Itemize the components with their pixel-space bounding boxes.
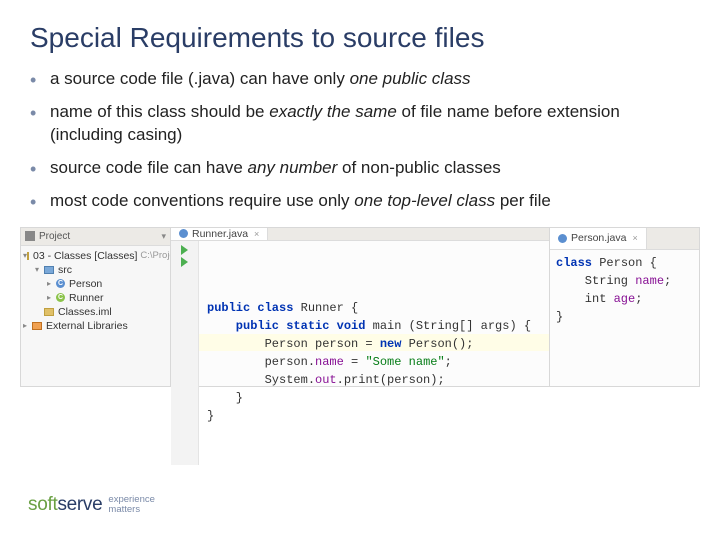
editor-tabs: Runner.java× [171, 228, 549, 241]
close-icon[interactable]: × [632, 233, 637, 243]
java-file-icon [179, 229, 188, 238]
chevron-down-icon: ▾ [161, 231, 166, 242]
library-icon [32, 322, 42, 330]
tree-src[interactable]: ▾src [23, 263, 168, 277]
project-panel: Project ▾ ▾03 - Classes [Classes] C:\Pro… [21, 228, 171, 386]
footer-logo: softserve experiencematters [28, 488, 155, 522]
file-icon [44, 308, 54, 316]
close-icon[interactable]: × [254, 229, 259, 239]
folder-icon [27, 252, 29, 260]
folder-icon [44, 266, 54, 274]
tree-root[interactable]: ▾03 - Classes [Classes] C:\Projects\ITA\… [23, 249, 168, 263]
logo-text: softserve [28, 494, 102, 516]
code-person[interactable]: class Person { String name; int age; } [550, 250, 699, 330]
gutter [171, 241, 199, 465]
project-header[interactable]: Project ▾ [21, 228, 170, 246]
bullet-list: a source code file (.java) can have only… [0, 68, 720, 213]
page-title: Special Requirements to source files [0, 0, 720, 68]
tab-runner[interactable]: Runner.java× [171, 228, 268, 240]
tree-item-person[interactable]: ▸CPerson [23, 277, 168, 291]
project-label: Project [39, 231, 70, 242]
bullet-item: most code conventions require use only o… [46, 190, 690, 213]
tree-item-runner[interactable]: ▸CRunner [23, 291, 168, 305]
editor-person: Person.java× class Person { String name;… [549, 228, 699, 386]
code-runner[interactable]: public class Runner { public static void… [199, 241, 549, 465]
tab-person[interactable]: Person.java× [550, 228, 647, 249]
bullet-item: name of this class should be exactly the… [46, 101, 690, 147]
logo-tagline: experiencematters [108, 495, 154, 515]
runnable-class-icon: C [56, 293, 65, 302]
class-icon: C [56, 279, 65, 288]
java-file-icon [558, 234, 567, 243]
bullet-item: a source code file (.java) can have only… [46, 68, 690, 91]
run-icon[interactable] [181, 245, 188, 255]
editor-tabs-right: Person.java× [550, 228, 699, 250]
tree-item-iml[interactable]: Classes.iml [23, 305, 168, 319]
run-icon[interactable] [181, 257, 188, 267]
project-tree: ▾03 - Classes [Classes] C:\Projects\ITA\… [21, 246, 170, 336]
editor-runner: Runner.java× public class Runner { publi… [171, 228, 549, 386]
tree-external-libs[interactable]: ▸External Libraries [23, 319, 168, 333]
ide-screenshot: Project ▾ ▾03 - Classes [Classes] C:\Pro… [20, 227, 700, 387]
project-icon [25, 231, 35, 241]
bullet-item: source code file can have any number of … [46, 157, 690, 180]
